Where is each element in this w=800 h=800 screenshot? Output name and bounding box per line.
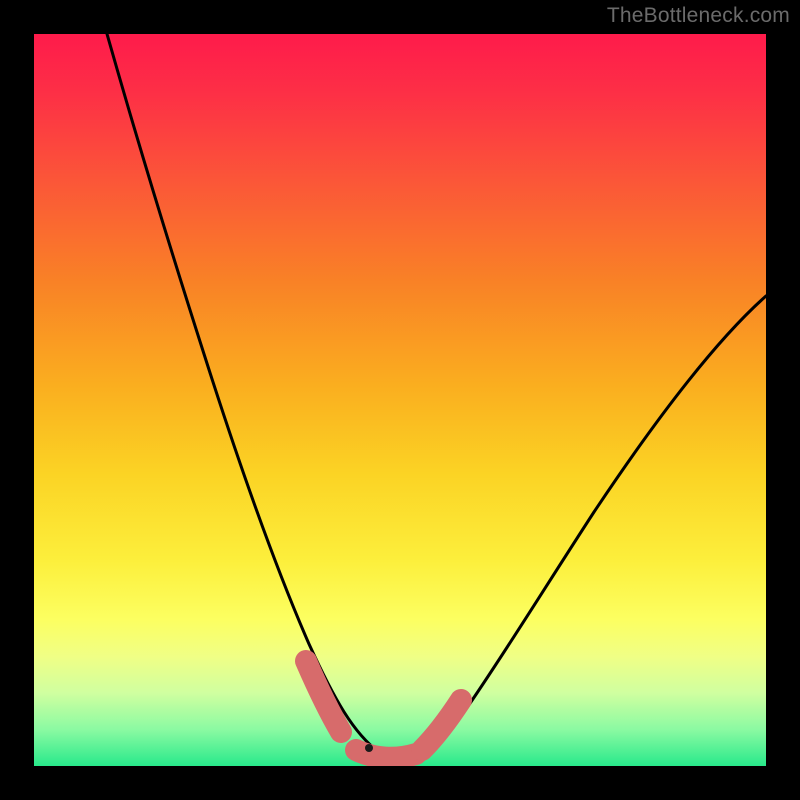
bottleneck-curve (107, 34, 766, 759)
bottom-flat-marker (356, 750, 416, 758)
plot-area (34, 34, 766, 766)
bottleneck-curve-svg (34, 34, 766, 766)
chart-frame: TheBottleneck.com (0, 0, 800, 800)
right-up-marker (422, 700, 461, 750)
watermark-text: TheBottleneck.com (607, 4, 790, 28)
trough-dot (365, 744, 373, 752)
